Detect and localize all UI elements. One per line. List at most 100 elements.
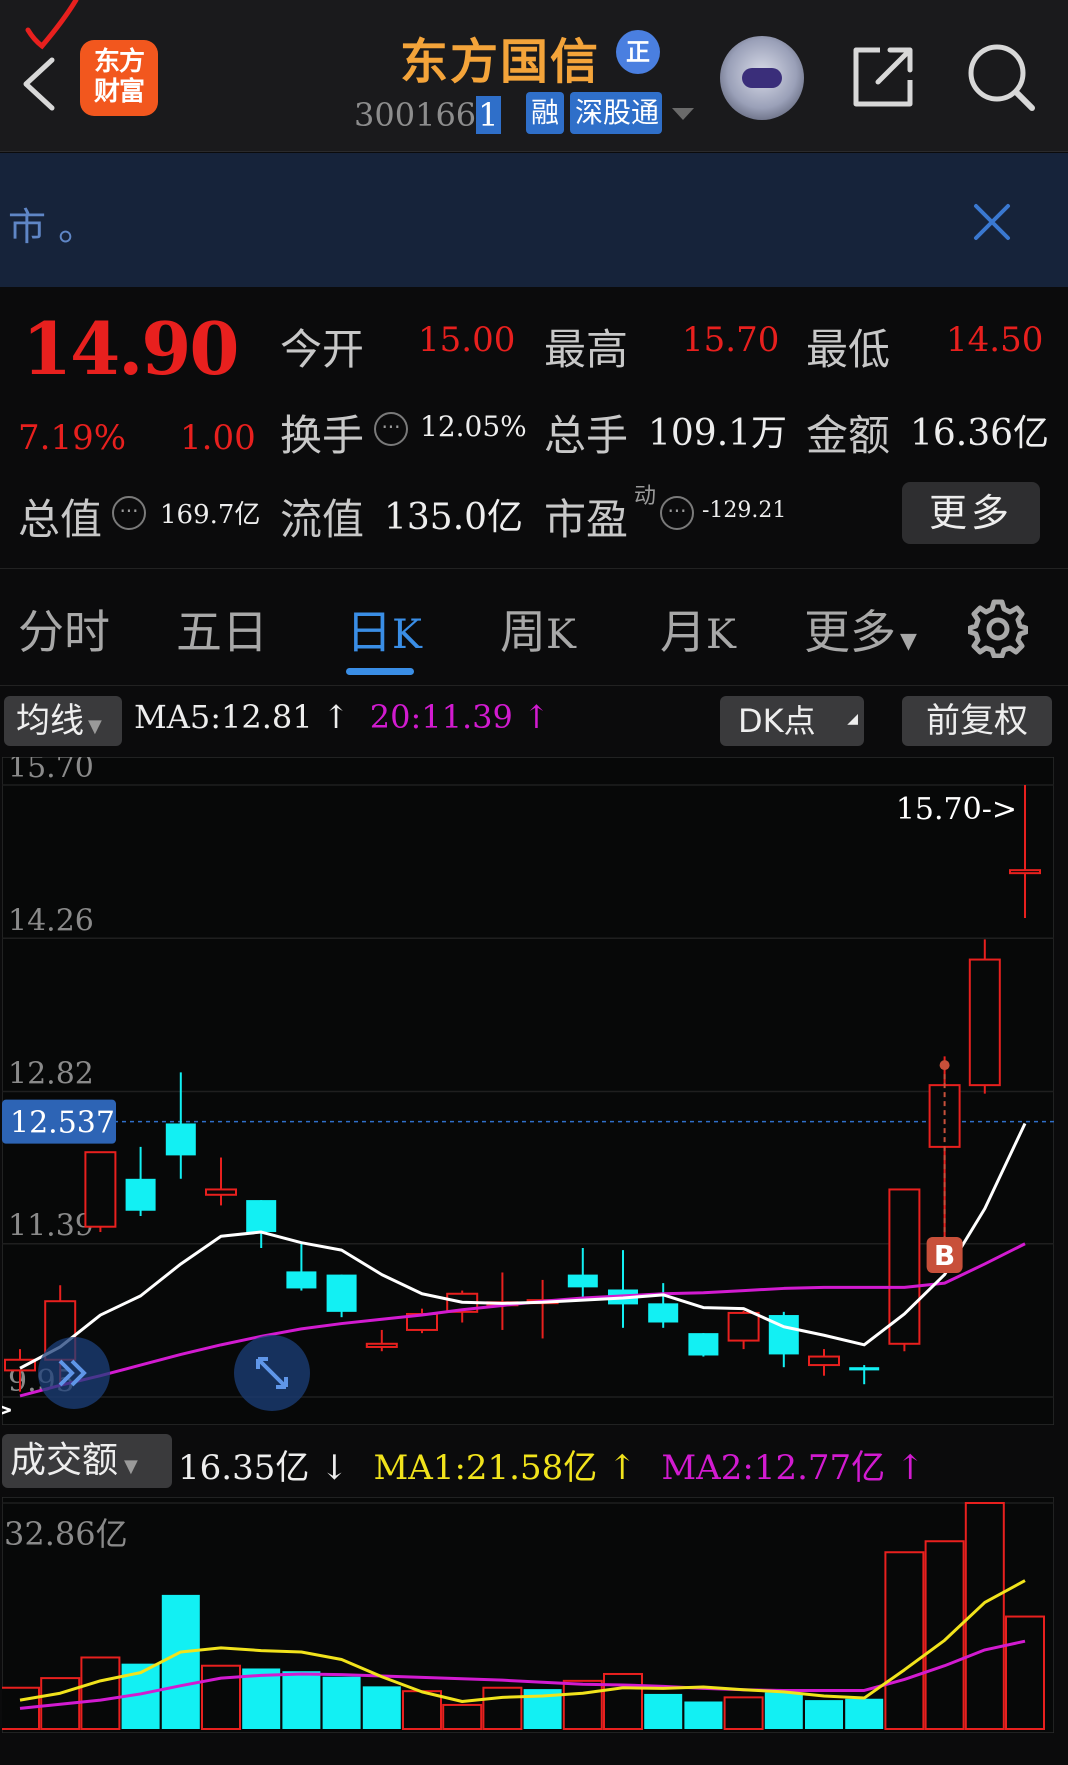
change-percent: 7.19% (18, 418, 127, 458)
buy-marker-label: B (934, 1239, 955, 1272)
red-check-annotation (14, 0, 84, 60)
tag-connect: 深股通 (570, 92, 663, 134)
tab-week-k[interactable]: 周K (500, 596, 576, 662)
volume-bar (161, 1594, 200, 1729)
indicator-label: 均线 (16, 701, 84, 741)
turnover-value: 12.05% (420, 410, 527, 443)
adjust-mode-button[interactable]: 前复权 (902, 696, 1052, 746)
candle (968, 939, 1001, 1094)
low-label: 最低 (806, 325, 891, 374)
close-icon[interactable] (972, 202, 1012, 242)
ma1-legend: MA1:21.58亿 ↑ (373, 1448, 637, 1488)
volume-legend: 16.35亿 ↓ MA1:21.58亿 ↑ MA2:12.77亿 ↑ (178, 1440, 924, 1489)
notice-text: 市 。 (8, 205, 97, 249)
back-arrow-icon[interactable] (16, 56, 60, 112)
tab-month-k[interactable]: 月K (660, 596, 736, 662)
stock-code-tail: 1 (476, 96, 501, 134)
candle-body (727, 1311, 760, 1342)
stock-code-digits: 300166 (354, 96, 477, 134)
volume-bar (764, 1692, 803, 1729)
stock-name: 东方国信 (400, 34, 601, 90)
pe-sup-label: 动 (634, 484, 657, 509)
candlestick-chart[interactable]: 15.7014.2612.8211.399.9512.53715.70->10.… (2, 757, 1054, 1425)
volume-bar (924, 1540, 965, 1730)
volume-bar (322, 1676, 361, 1729)
share-icon[interactable] (850, 44, 916, 110)
candle-body (165, 1123, 196, 1156)
candle-body (808, 1355, 840, 1367)
volume-chart[interactable]: 32.86亿 (2, 1497, 1054, 1733)
candle-body (849, 1367, 880, 1371)
indicator-selector[interactable]: 均线 ▼ (4, 696, 122, 746)
tab-suffix: K (706, 612, 736, 658)
candle-body (567, 1274, 598, 1288)
volume-caret-icon: ▼ (124, 1456, 138, 1477)
volume-bar (1005, 1615, 1045, 1730)
volume-label: 总手 (544, 411, 629, 460)
high-value: 15.70 (682, 320, 780, 360)
tab-label: 月 (660, 605, 706, 659)
pe-info-icon[interactable]: ··· (660, 496, 694, 530)
buy-marker-dot (939, 1060, 950, 1071)
robot-visor (742, 68, 782, 88)
open-label: 今开 (280, 325, 365, 374)
volume-bar (805, 1700, 843, 1729)
volume-bar (80, 1656, 121, 1730)
market-cap-label: 总值 (18, 495, 103, 544)
volume-bar (884, 1551, 925, 1730)
expand-chart-button[interactable] (234, 1335, 310, 1411)
dropdown-caret-icon[interactable] (672, 108, 694, 120)
search-icon[interactable] (964, 40, 1038, 114)
change-amount: 1.00 (180, 418, 256, 458)
tab-suffix: K (546, 612, 576, 658)
app-logo-badge[interactable]: 东方 财富 (80, 40, 158, 116)
stock-tags: 融 深股通 (526, 92, 663, 134)
market-cap-value: 169.7亿 (160, 500, 261, 530)
tab-label: 日 (346, 605, 392, 659)
volume-bar (723, 1696, 764, 1730)
tab-more[interactable]: 更多 ▼ (804, 596, 917, 662)
high-label: 最高 (544, 325, 629, 374)
kchart-y-tick: 11.39 (8, 1209, 94, 1244)
candle (888, 1188, 921, 1352)
more-quote-button[interactable]: 更多 (902, 482, 1040, 544)
crosshair-label: 12.537 (10, 1106, 115, 1141)
volume-bar (402, 1690, 442, 1730)
last-price: 14.90 (22, 306, 239, 391)
tab-day-k[interactable]: 日K (346, 596, 422, 662)
notice-bar[interactable] (0, 153, 1068, 287)
tab-label: 更多 (804, 605, 896, 659)
stock-code[interactable]: 3001661 (354, 96, 501, 134)
tab-intraday[interactable]: 分时 (18, 596, 110, 662)
turnover-info-icon[interactable]: ··· (374, 412, 408, 446)
kchart-y-tick: 12.82 (8, 1057, 94, 1092)
volume-value: 109.1万 (648, 413, 788, 454)
float-cap-label: 流值 (280, 495, 365, 544)
market-cap-info-icon[interactable]: ··· (112, 496, 146, 530)
settings-gear-icon[interactable] (967, 598, 1029, 659)
pe-label: 市盈 (544, 495, 629, 544)
ma20-legend: 20:11.39 ↑ (369, 698, 550, 736)
volume-bar (201, 1664, 241, 1731)
tab-five-day[interactable]: 五日 (176, 596, 268, 662)
candle-body (688, 1333, 719, 1356)
candle-body (84, 1151, 117, 1228)
volume-bar (845, 1698, 884, 1729)
candle-body (125, 1178, 156, 1211)
volchart-y-tick: 32.86亿 (4, 1515, 128, 1553)
scroll-forward-button[interactable] (38, 1337, 110, 1409)
volume-bar (684, 1701, 723, 1729)
candle (84, 1151, 117, 1233)
stock-badge: 正 (616, 30, 660, 74)
candle (688, 1333, 719, 1357)
tab-label: 周 (500, 605, 546, 659)
candle-body (968, 958, 1001, 1087)
volume-bar (282, 1671, 321, 1729)
dk-point-button[interactable]: DK点 ◢ (720, 696, 864, 746)
volume-indicator-selector[interactable]: 成交额 ▼ (2, 1434, 172, 1488)
tab-label: 五日 (176, 605, 268, 659)
candle-body (326, 1274, 357, 1312)
tab-suffix: K (392, 612, 422, 658)
candle (326, 1274, 357, 1318)
kchart-y-tick: 14.26 (8, 903, 94, 938)
